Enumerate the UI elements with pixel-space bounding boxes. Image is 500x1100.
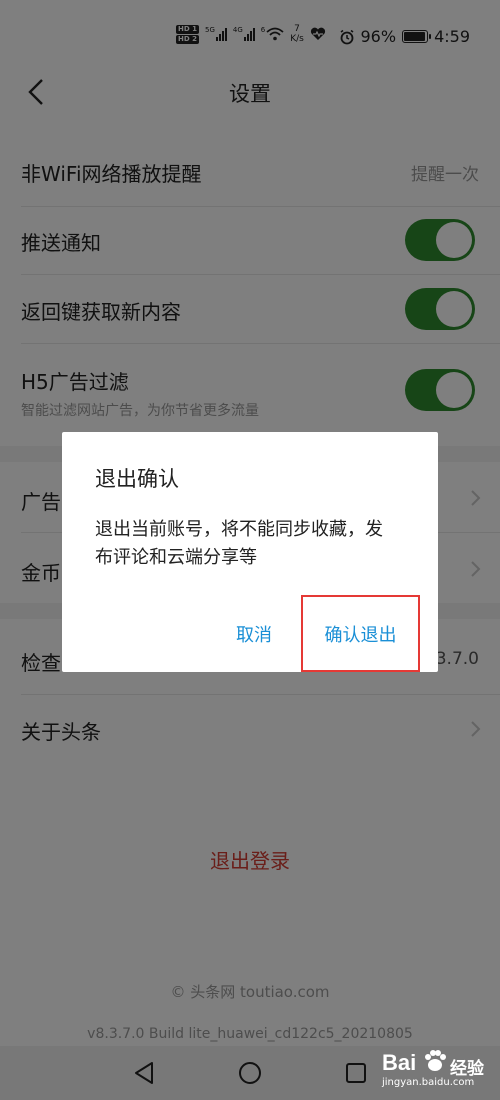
watermark-url: jingyan.baidu.com — [382, 1077, 475, 1088]
dialog-message: 退出当前账号，将不能同步收藏，发布评论和云端分享等 — [95, 519, 383, 568]
logout-confirm-dialog: 退出确认 退出当前账号，将不能同步收藏，发布评论和云端分享等 取消 确认退出 — [62, 432, 438, 672]
dialog-cancel-button[interactable]: 取消 — [236, 621, 272, 647]
watermark-brand: Bai — [382, 1050, 417, 1075]
dialog-title: 退出确认 — [95, 467, 179, 491]
dialog-confirm-label: 确认退出 — [324, 624, 397, 646]
dialog-confirm-button[interactable]: 确认退出 — [301, 595, 420, 672]
baidu-paw-icon — [425, 1050, 446, 1071]
baidu-jingyan-watermark: Bai 经验 jingyan.baidu.com — [380, 1048, 498, 1094]
watermark-name: 经验 — [450, 1059, 484, 1079]
